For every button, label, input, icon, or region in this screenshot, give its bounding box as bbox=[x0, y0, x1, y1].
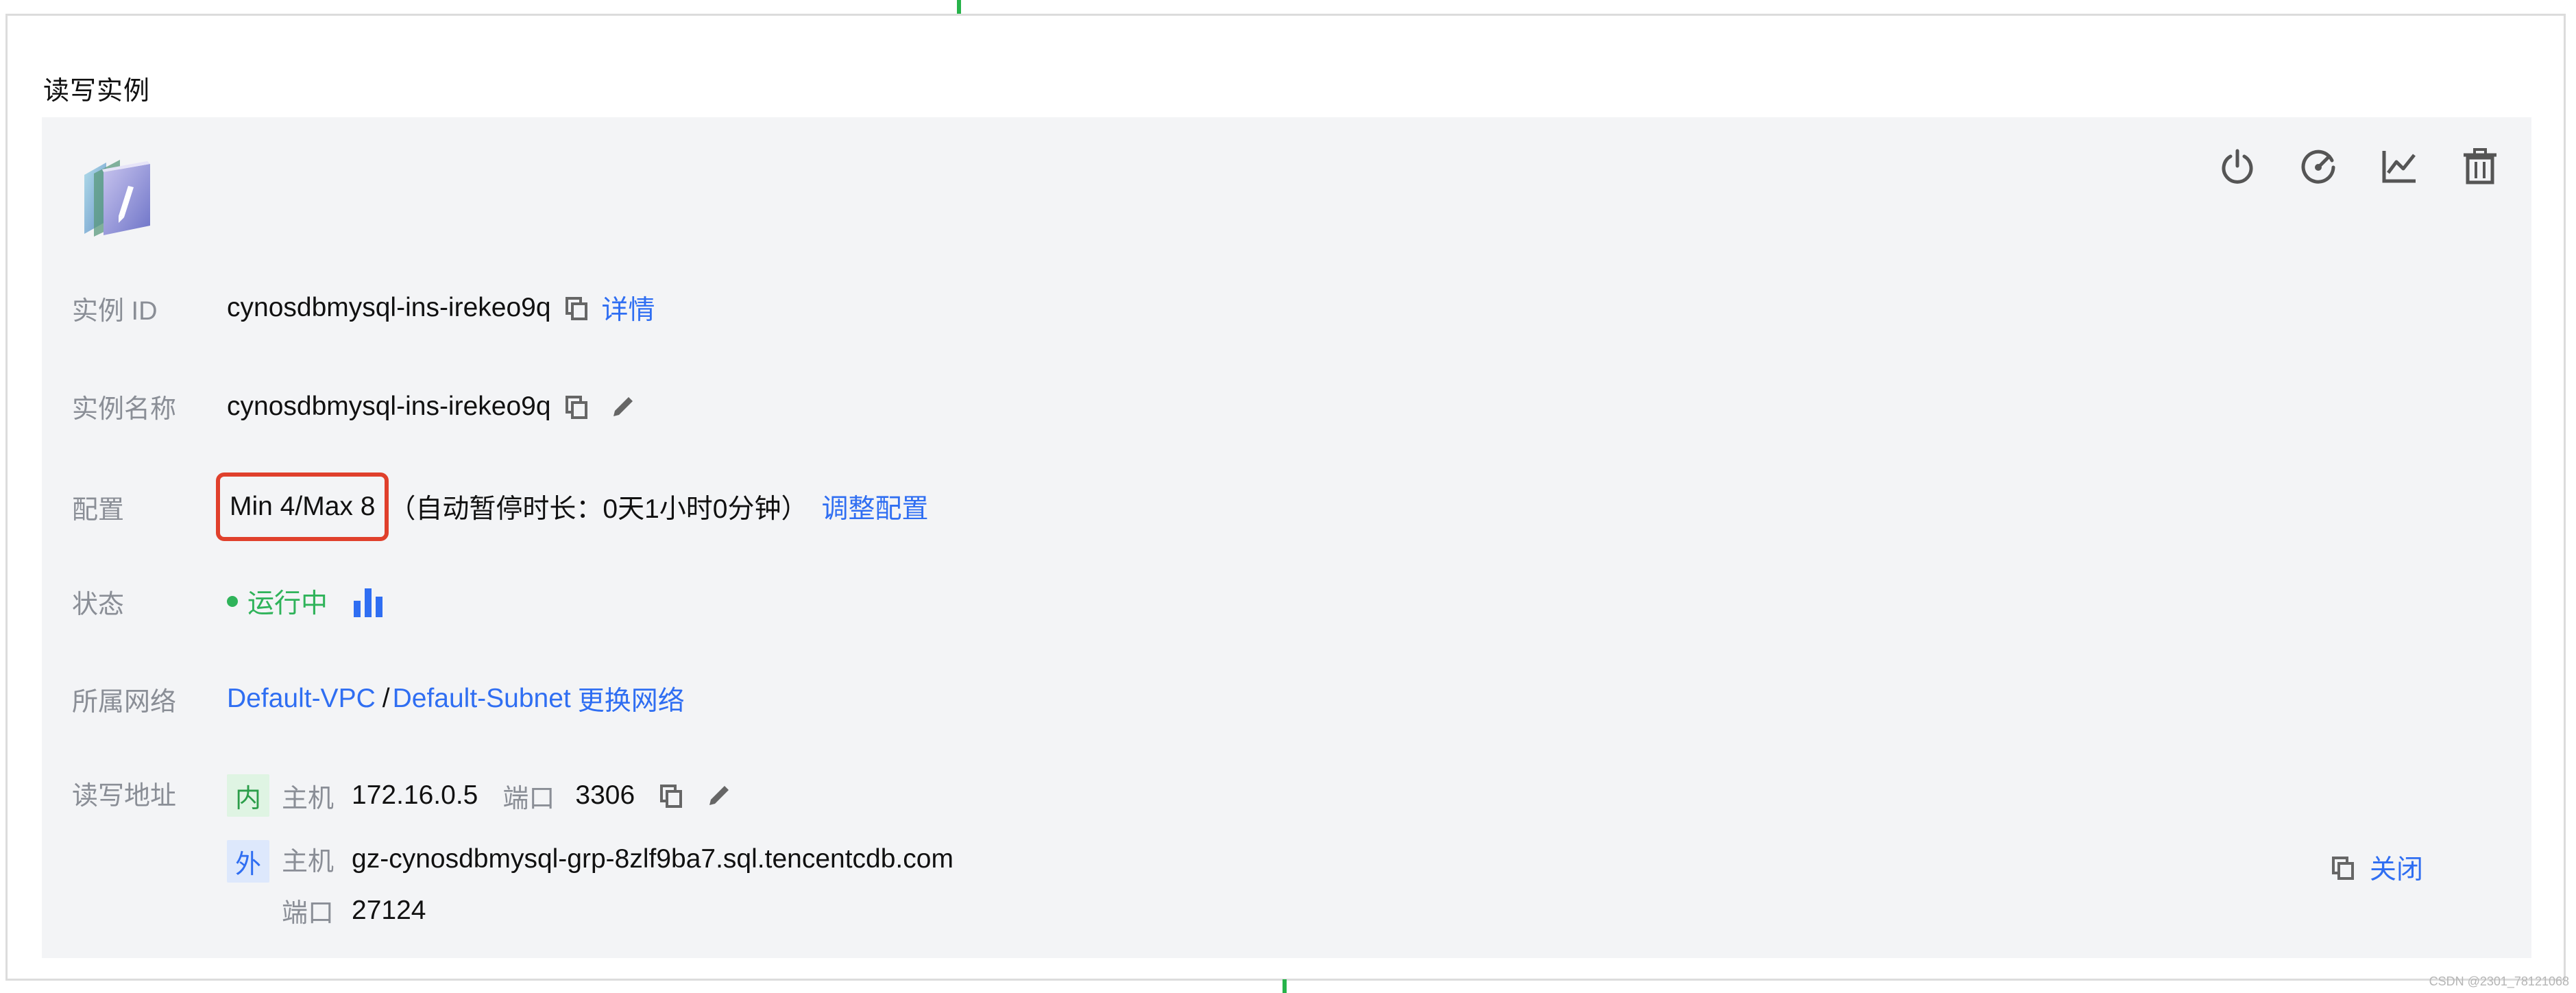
auto-pause-text: （自动暂停时长：0天1小时0分钟） bbox=[389, 494, 808, 524]
external-actions: 关闭 bbox=[2327, 848, 2423, 887]
bar-chart-icon[interactable] bbox=[352, 586, 384, 617]
action-toolbar bbox=[2217, 146, 2500, 186]
change-network-link[interactable]: 更换网络 bbox=[578, 680, 685, 718]
watermark: CSDN @2301_78121068 bbox=[2429, 974, 2569, 988]
status-label: 状态 bbox=[72, 590, 125, 619]
trash-icon[interactable] bbox=[2460, 146, 2500, 186]
subnet-link[interactable]: Default-Subnet bbox=[393, 684, 571, 714]
copy-icon[interactable] bbox=[655, 780, 687, 811]
copy-icon[interactable] bbox=[561, 292, 592, 324]
internal-host-value: 172.16.0.5 bbox=[352, 780, 478, 810]
close-external-link[interactable]: 关闭 bbox=[2370, 848, 2423, 887]
copy-icon[interactable] bbox=[2327, 852, 2359, 883]
instance-card: 实例 ID cynosdbmysql-ins-irekeo9q 详情 实例名称 … bbox=[42, 117, 2531, 958]
section-title: 读写实例 bbox=[43, 77, 151, 106]
power-icon[interactable] bbox=[2217, 146, 2257, 186]
instance-id-label: 实例 ID bbox=[72, 296, 158, 326]
internal-tag: 内 bbox=[227, 774, 269, 817]
address-label: 读写地址 bbox=[72, 782, 177, 811]
database-icon bbox=[79, 156, 154, 241]
adjust-config-link[interactable]: 调整配置 bbox=[821, 488, 928, 526]
external-port-value: 27124 bbox=[352, 895, 426, 925]
instance-panel: 读写实例 实例 ID cynosdbmysql-ins-irekeo9q 详情 … bbox=[5, 14, 2566, 981]
external-address-details: 主机 gz-cynosdbmysql-grp-8zlf9ba7.sql.tenc… bbox=[282, 840, 953, 929]
address-external-row: 外 主机 gz-cynosdbmysql-grp-8zlf9ba7.sql.te… bbox=[227, 840, 953, 929]
instance-name-row: 实例名称 cynosdbmysql-ins-irekeo9q bbox=[72, 387, 639, 425]
status-value: 运行中 bbox=[247, 589, 328, 619]
detail-link[interactable]: 详情 bbox=[602, 289, 655, 327]
edit-icon[interactable] bbox=[703, 780, 735, 811]
vpc-link[interactable]: Default-VPC bbox=[227, 684, 376, 714]
top-divider bbox=[957, 0, 961, 14]
page: 读写实例 实例 ID cynosdbmysql-ins-irekeo9q 详情 … bbox=[0, 0, 2576, 993]
config-value: Min 4/Max 8 bbox=[230, 492, 376, 521]
instance-name-value: cynosdbmysql-ins-irekeo9q bbox=[227, 391, 551, 421]
network-row: 所属网络 Default-VPC / Default-Subnet 更换网络 bbox=[72, 680, 685, 718]
internal-port-label: 端口 bbox=[502, 784, 555, 813]
instance-id-value: cynosdbmysql-ins-irekeo9q bbox=[227, 293, 551, 322]
external-host-line: 主机 gz-cynosdbmysql-grp-8zlf9ba7.sql.tenc… bbox=[282, 840, 953, 878]
status-row: 状态 运行中 bbox=[72, 582, 384, 621]
internal-port-value: 3306 bbox=[575, 780, 635, 810]
address-internal-row: 读写地址 内 主机 172.16.0.5 端口 3306 bbox=[72, 774, 735, 817]
config-row: 配置 Min 4/Max 8 （自动暂停时长：0天1小时0分钟） 调整配置 bbox=[72, 472, 929, 541]
external-port-label: 端口 bbox=[282, 899, 335, 928]
bottom-divider bbox=[1283, 979, 1287, 993]
config-label: 配置 bbox=[72, 495, 125, 525]
external-tag: 外 bbox=[227, 840, 269, 883]
network-label: 所属网络 bbox=[72, 687, 177, 717]
line-chart-icon[interactable] bbox=[2379, 146, 2419, 186]
network-separator: / bbox=[382, 684, 390, 713]
external-host-label: 主机 bbox=[282, 848, 335, 876]
edit-icon[interactable] bbox=[607, 391, 639, 422]
external-host-value: gz-cynosdbmysql-grp-8zlf9ba7.sql.tencent… bbox=[352, 844, 953, 874]
gauge-icon[interactable] bbox=[2298, 146, 2338, 186]
copy-icon[interactable] bbox=[561, 391, 592, 422]
config-highlight-box: Min 4/Max 8 bbox=[216, 472, 389, 541]
instance-id-row: 实例 ID cynosdbmysql-ins-irekeo9q 详情 bbox=[72, 289, 655, 327]
instance-name-label: 实例名称 bbox=[72, 395, 177, 424]
internal-host-label: 主机 bbox=[282, 784, 335, 813]
external-port-line: 端口 27124 bbox=[282, 892, 953, 929]
status-dot bbox=[227, 596, 238, 607]
